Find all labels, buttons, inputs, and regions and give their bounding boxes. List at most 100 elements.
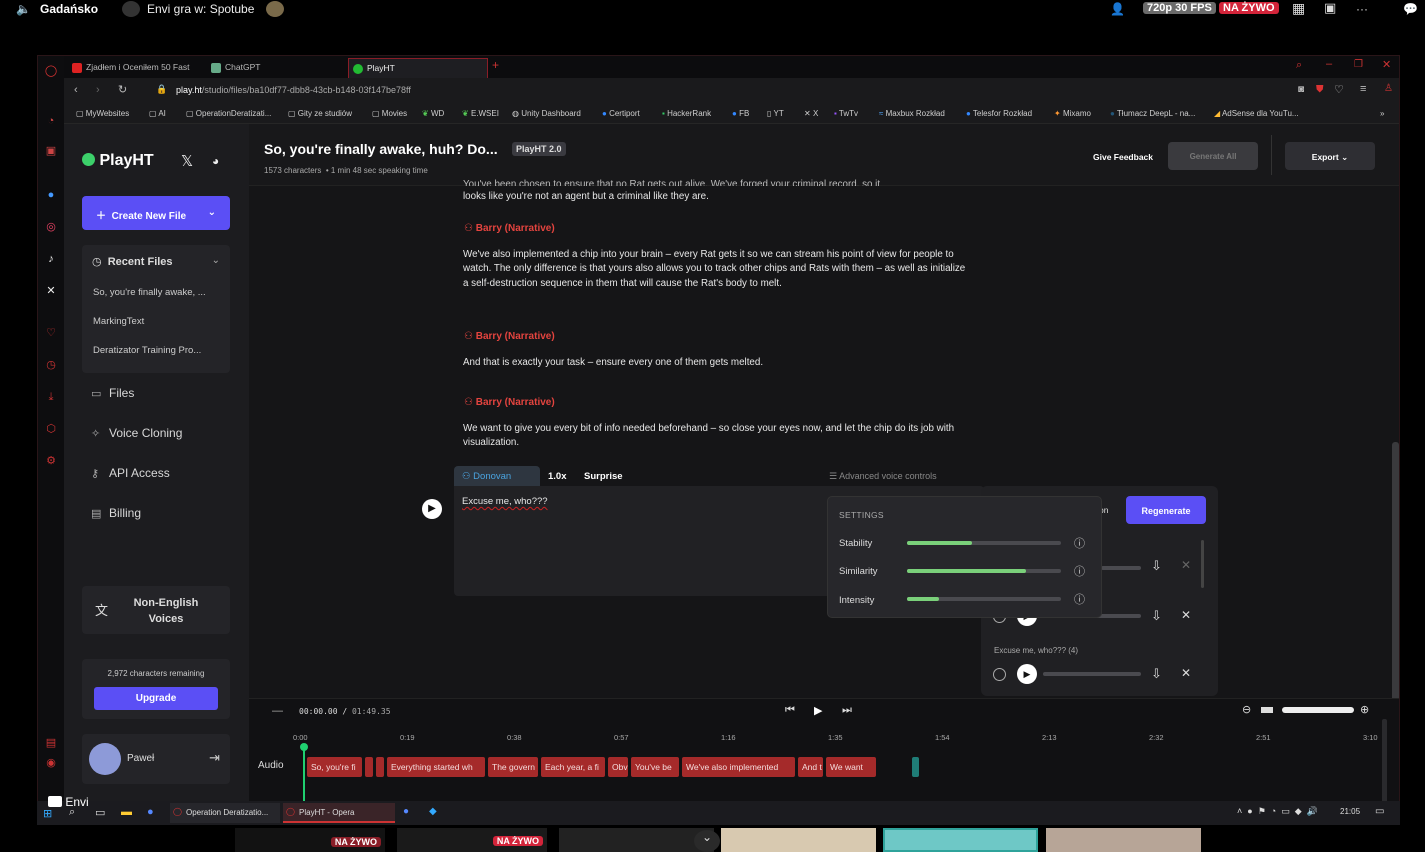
upgrade-button[interactable]: Upgrade xyxy=(94,687,218,710)
close-icon[interactable]: ✕ xyxy=(1181,608,1191,622)
forward-icon[interactable]: › xyxy=(96,84,100,96)
cloud-download-icon[interactable]: ⇩ xyxy=(1151,558,1162,574)
explorer-icon[interactable]: ▬ xyxy=(121,806,132,818)
bookmark[interactable]: ≈ Maxbux Rozkład xyxy=(879,109,945,118)
audio-clip[interactable] xyxy=(365,757,373,777)
url-field[interactable]: play.ht/studio/files/ba10df77-dbb8-43cb-… xyxy=(176,85,411,95)
speaker-label[interactable]: ⚇ Barry (Narrative) xyxy=(464,397,555,408)
bookmark[interactable]: ◍ Unity Dashboard xyxy=(512,109,581,118)
file-title[interactable]: So, you're finally awake, huh? Do... xyxy=(264,141,498,157)
x-social-icon[interactable]: 𝕏 xyxy=(181,152,193,170)
bookmark[interactable]: ● FB xyxy=(732,109,749,118)
tiktok-icon[interactable]: ♪ xyxy=(44,252,58,266)
minimize-icon[interactable]: – xyxy=(1326,58,1332,70)
bookmark[interactable]: ✦ Mixamo xyxy=(1054,109,1091,118)
bookmark[interactable]: ▪ HackerRank xyxy=(662,109,711,118)
audio-clip[interactable]: Each year, a fi xyxy=(541,757,605,777)
play-version-button[interactable]: ▶ xyxy=(1017,664,1037,684)
reload-icon[interactable]: ↻ xyxy=(118,83,127,96)
create-new-file-button[interactable]: ＋ Create New File ⌄ xyxy=(82,196,230,230)
skip-back-icon[interactable]: ⏮ xyxy=(785,704,795,717)
skip-forward-icon[interactable]: ⏭ xyxy=(842,704,852,717)
chevron-down-icon[interactable]: ⌄ xyxy=(694,830,720,852)
tab-youtube[interactable]: Zjadłem i Oceniłem 50 Fast xyxy=(68,58,203,78)
discord-icon[interactable]: ◕ xyxy=(212,154,219,168)
version-radio[interactable] xyxy=(993,668,1006,681)
speaker-icon[interactable]: 🔈 xyxy=(16,2,31,16)
download-icon[interactable]: ⤓ xyxy=(44,390,58,404)
battery-icon[interactable]: ▤ xyxy=(44,736,58,750)
opera-logo-icon[interactable]: ◯ xyxy=(44,64,58,78)
recent-files-header[interactable]: ◷ Recent Files xyxy=(92,255,173,268)
chat-icon[interactable]: 💬 xyxy=(1403,2,1418,16)
paragraph[interactable]: We've also implemented a chip into your … xyxy=(463,248,968,291)
heart-icon[interactable]: ♡ xyxy=(44,326,58,340)
camera-icon[interactable]: ◙ xyxy=(1298,84,1304,95)
emotion-selector[interactable]: Surprise xyxy=(584,471,623,482)
close-icon[interactable]: ✕ xyxy=(1181,558,1191,572)
info-icon[interactable]: ⓘ xyxy=(1074,563,1085,579)
info-icon[interactable]: ⓘ xyxy=(1074,535,1085,551)
timeline-scrollbar[interactable] xyxy=(1382,719,1387,809)
regenerate-button[interactable]: Regenerate xyxy=(1126,496,1206,524)
audio-clip[interactable]: Obv xyxy=(608,757,628,777)
voice-selector[interactable]: ⚇ Donovan xyxy=(454,466,540,486)
generate-all-button[interactable]: Generate All xyxy=(1168,142,1258,170)
bookmark[interactable]: ● Certiport xyxy=(602,109,640,118)
audio-clip[interactable]: Everything started wh xyxy=(387,757,485,777)
channel-name[interactable]: Gadańsko xyxy=(40,2,98,16)
bag-icon[interactable]: ▣ xyxy=(44,144,58,158)
maximize-icon[interactable]: ❐ xyxy=(1354,59,1363,70)
paragraph[interactable]: And that is exactly your task – ensure e… xyxy=(463,356,968,370)
scrollbar[interactable] xyxy=(1201,540,1204,588)
instagram-icon[interactable]: ◎ xyxy=(44,220,58,234)
nav-files[interactable]: ▭ Files xyxy=(91,386,134,400)
add-friend-icon[interactable]: 👤 xyxy=(1110,2,1125,16)
quality-badge[interactable]: 720p 30 FPS xyxy=(1143,2,1216,14)
window-icon[interactable]: ▣ xyxy=(1324,0,1336,16)
nav-billing[interactable]: ▤ Billing xyxy=(91,506,141,520)
logo[interactable]: PlayHT xyxy=(82,152,154,170)
audio-clip[interactable]: So, you're fi xyxy=(307,757,362,777)
active-text[interactable]: Excuse me, who??? xyxy=(462,496,548,507)
close-icon[interactable]: ✕ xyxy=(1181,666,1191,680)
audio-clip[interactable]: We've also implemented xyxy=(682,757,795,777)
tab-chatgpt[interactable]: ChatGPT xyxy=(207,58,342,78)
version-progress[interactable] xyxy=(1043,672,1141,676)
speaker-label[interactable]: ⚇ Barry (Narrative) xyxy=(464,331,555,342)
search-tabs-icon[interactable]: ⌕ xyxy=(1296,59,1302,72)
collapse-icon[interactable]: — xyxy=(272,705,283,717)
bookmark[interactable]: ▢ Gity ze studiów xyxy=(288,109,352,118)
paragraph[interactable]: We want to give you every bit of info ne… xyxy=(463,422,968,451)
intensity-slider[interactable] xyxy=(907,597,1061,601)
tab-playht[interactable]: PlayHT xyxy=(348,58,488,78)
bookmark[interactable]: ❦ E.WSEI xyxy=(462,109,499,118)
audio-clip[interactable]: And t xyxy=(798,757,823,777)
speed-dial-icon[interactable]: ◔ xyxy=(44,114,58,128)
task-view-icon[interactable]: ▭ xyxy=(95,806,105,819)
stream-thumbnail[interactable] xyxy=(721,828,876,852)
record-icon[interactable]: ◉ xyxy=(44,756,58,770)
settings-icon[interactable]: ⚙ xyxy=(44,454,58,468)
grid-icon[interactable]: ▦ xyxy=(1292,0,1305,17)
stream-thumbnail[interactable]: NA ŻYWO xyxy=(235,828,385,852)
export-button[interactable]: Export ⌄ xyxy=(1285,142,1375,170)
back-icon[interactable]: ‹ xyxy=(74,84,78,96)
speed-selector[interactable]: 1.0x xyxy=(548,471,567,482)
clip-end-marker[interactable] xyxy=(912,757,919,777)
app-icon[interactable]: ● xyxy=(403,806,409,817)
messenger-icon[interactable]: ● xyxy=(44,188,58,202)
nav-voice-cloning[interactable]: ✧ Voice Cloning xyxy=(91,426,182,440)
chevron-down-icon[interactable]: ⌄ xyxy=(212,255,220,266)
similarity-slider[interactable] xyxy=(907,569,1061,573)
stream-thumbnail[interactable] xyxy=(883,828,1038,852)
playhead-handle[interactable] xyxy=(300,743,308,751)
zoom-in-icon[interactable]: ⊕ xyxy=(1360,703,1369,716)
info-icon[interactable]: ⓘ xyxy=(1074,591,1085,607)
audio-clip[interactable]: You've be xyxy=(631,757,679,777)
zoom-out-icon[interactable]: ⊖ xyxy=(1242,703,1251,716)
close-window-icon[interactable]: ✕ xyxy=(1382,58,1391,71)
x-icon[interactable]: ✕ xyxy=(44,284,58,298)
stream-thumbnail[interactable] xyxy=(559,828,714,852)
recent-file-item[interactable]: Deratizator Training Pro... xyxy=(93,345,201,356)
